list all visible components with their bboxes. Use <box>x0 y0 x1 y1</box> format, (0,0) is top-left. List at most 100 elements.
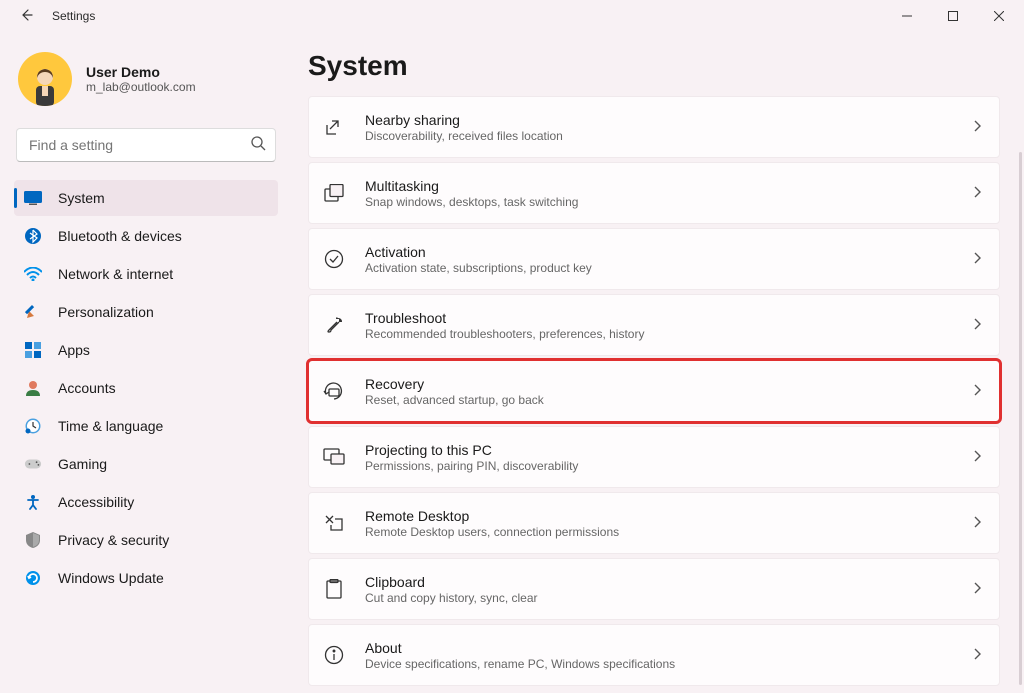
card-subtitle: Device specifications, rename PC, Window… <box>365 657 953 671</box>
card-title: Recovery <box>365 376 953 392</box>
sidebar-item-label: System <box>58 190 105 206</box>
bluetooth-icon <box>24 227 42 245</box>
card-subtitle: Snap windows, desktops, task switching <box>365 195 953 209</box>
remote-icon <box>323 512 345 534</box>
card-subtitle: Cut and copy history, sync, clear <box>365 591 953 605</box>
activation-icon <box>323 248 345 270</box>
sidebar-item-system[interactable]: System <box>14 180 278 216</box>
chevron-right-icon <box>973 119 981 135</box>
search-wrap <box>16 128 276 162</box>
about-icon <box>323 644 345 666</box>
apps-icon <box>24 341 42 359</box>
sidebar-item-label: Gaming <box>58 456 107 472</box>
accounts-icon <box>24 379 42 397</box>
sidebar-item-windows-update[interactable]: Windows Update <box>14 560 278 596</box>
card-title: Activation <box>365 244 953 260</box>
chevron-right-icon <box>973 581 981 597</box>
card-subtitle: Discoverability, received files location <box>365 129 953 143</box>
card-text: ActivationActivation state, subscription… <box>365 244 953 275</box>
card-nearby-sharing[interactable]: Nearby sharingDiscoverability, received … <box>308 96 1000 158</box>
time-icon <box>24 417 42 435</box>
sidebar-item-label: Accounts <box>58 380 116 396</box>
card-troubleshoot[interactable]: TroubleshootRecommended troubleshooters,… <box>308 294 1000 356</box>
card-title: Remote Desktop <box>365 508 953 524</box>
card-activation[interactable]: ActivationActivation state, subscription… <box>308 228 1000 290</box>
card-title: Clipboard <box>365 574 953 590</box>
main-content: System Nearby sharingDiscoverability, re… <box>288 32 1024 693</box>
chevron-right-icon <box>973 185 981 201</box>
gaming-icon <box>24 455 42 473</box>
system-icon <box>24 189 42 207</box>
card-title: Projecting to this PC <box>365 442 953 458</box>
card-subtitle: Remote Desktop users, connection permiss… <box>365 525 953 539</box>
privacy-icon <box>24 531 42 549</box>
sidebar-item-network-internet[interactable]: Network & internet <box>14 256 278 292</box>
accessibility-icon <box>24 493 42 511</box>
sidebar-item-accessibility[interactable]: Accessibility <box>14 484 278 520</box>
card-text: Remote DesktopRemote Desktop users, conn… <box>365 508 953 539</box>
page-title: System <box>308 50 1000 82</box>
multitask-icon <box>323 182 345 204</box>
chevron-right-icon <box>973 251 981 267</box>
card-title: Troubleshoot <box>365 310 953 326</box>
recovery-icon <box>323 380 345 402</box>
card-recovery[interactable]: RecoveryReset, advanced startup, go back <box>308 360 1000 422</box>
project-icon <box>323 446 345 468</box>
window-title: Settings <box>52 9 95 23</box>
titlebar: Settings <box>0 0 1024 32</box>
card-subtitle: Reset, advanced startup, go back <box>365 393 953 407</box>
card-title: Nearby sharing <box>365 112 953 128</box>
card-text: TroubleshootRecommended troubleshooters,… <box>365 310 953 341</box>
search-input[interactable] <box>16 128 276 162</box>
card-subtitle: Activation state, subscriptions, product… <box>365 261 953 275</box>
card-text: AboutDevice specifications, rename PC, W… <box>365 640 953 671</box>
sidebar-item-privacy-security[interactable]: Privacy & security <box>14 522 278 558</box>
update-icon <box>24 569 42 587</box>
chevron-right-icon <box>973 449 981 465</box>
chevron-right-icon <box>973 383 981 399</box>
scrollbar[interactable] <box>1019 152 1022 685</box>
sidebar-item-label: Time & language <box>58 418 163 434</box>
window-controls <box>884 0 1022 32</box>
back-arrow-icon <box>18 7 34 23</box>
sidebar-item-gaming[interactable]: Gaming <box>14 446 278 482</box>
back-button[interactable] <box>18 7 34 26</box>
sidebar-item-bluetooth-devices[interactable]: Bluetooth & devices <box>14 218 278 254</box>
sidebar: User Demo m_lab@outlook.com System Blueto… <box>0 32 288 693</box>
card-title: Multitasking <box>365 178 953 194</box>
nav: System Bluetooth & devices Network & inter… <box>14 180 278 596</box>
card-title: About <box>365 640 953 656</box>
sidebar-item-label: Personalization <box>58 304 154 320</box>
card-remote-desktop[interactable]: Remote DesktopRemote Desktop users, conn… <box>308 492 1000 554</box>
chevron-right-icon <box>973 647 981 663</box>
profile-name: User Demo <box>86 64 196 80</box>
sidebar-item-time-language[interactable]: Time & language <box>14 408 278 444</box>
card-text: MultitaskingSnap windows, desktops, task… <box>365 178 953 209</box>
card-text: ClipboardCut and copy history, sync, cle… <box>365 574 953 605</box>
sidebar-item-label: Windows Update <box>58 570 164 586</box>
profile-block[interactable]: User Demo m_lab@outlook.com <box>14 46 278 120</box>
card-clipboard[interactable]: ClipboardCut and copy history, sync, cle… <box>308 558 1000 620</box>
sidebar-item-label: Privacy & security <box>58 532 169 548</box>
network-icon <box>24 265 42 283</box>
clipboard-icon <box>323 578 345 600</box>
maximize-button[interactable] <box>930 0 976 32</box>
sidebar-item-label: Network & internet <box>58 266 173 282</box>
card-text: Projecting to this PCPermissions, pairin… <box>365 442 953 473</box>
sidebar-item-personalization[interactable]: Personalization <box>14 294 278 330</box>
profile-email: m_lab@outlook.com <box>86 80 196 94</box>
sidebar-item-accounts[interactable]: Accounts <box>14 370 278 406</box>
card-subtitle: Permissions, pairing PIN, discoverabilit… <box>365 459 953 473</box>
card-projecting-to-this-pc[interactable]: Projecting to this PCPermissions, pairin… <box>308 426 1000 488</box>
personalization-icon <box>24 303 42 321</box>
card-subtitle: Recommended troubleshooters, preferences… <box>365 327 953 341</box>
sidebar-item-label: Accessibility <box>58 494 134 510</box>
card-about[interactable]: AboutDevice specifications, rename PC, W… <box>308 624 1000 686</box>
sidebar-item-apps[interactable]: Apps <box>14 332 278 368</box>
close-button[interactable] <box>976 0 1022 32</box>
settings-cards: Nearby sharingDiscoverability, received … <box>308 96 1000 686</box>
minimize-button[interactable] <box>884 0 930 32</box>
sidebar-item-label: Bluetooth & devices <box>58 228 182 244</box>
troubleshoot-icon <box>323 314 345 336</box>
card-multitasking[interactable]: MultitaskingSnap windows, desktops, task… <box>308 162 1000 224</box>
